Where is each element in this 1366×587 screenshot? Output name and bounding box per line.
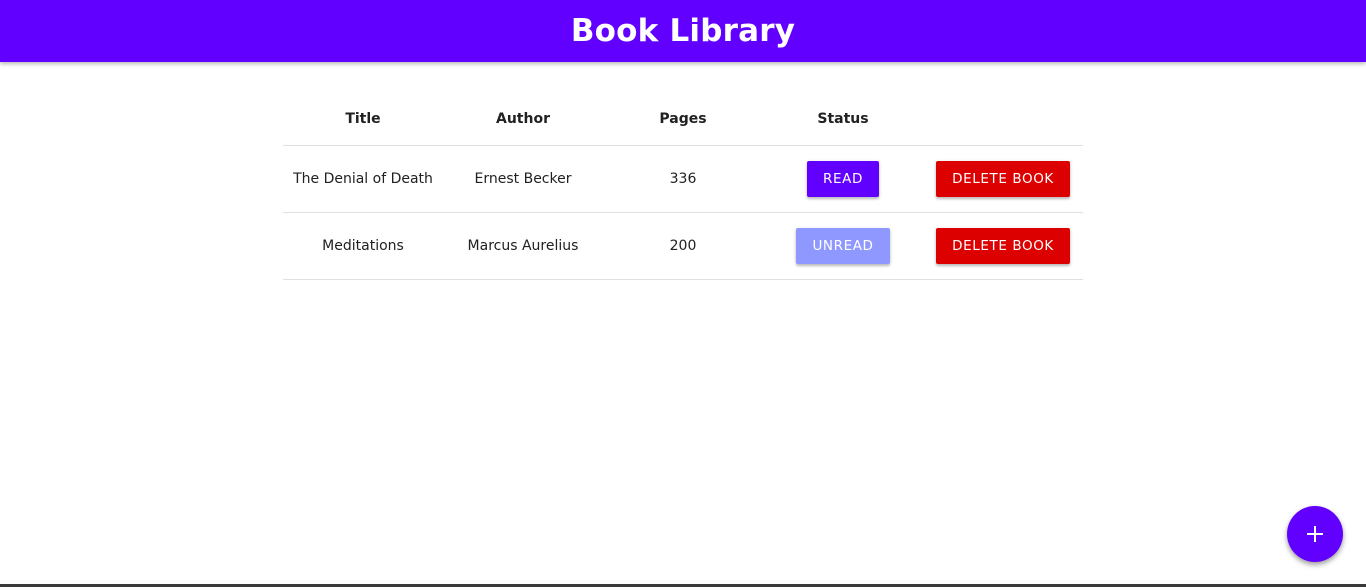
column-header-actions [923,92,1083,146]
app-bar: Book Library [0,0,1366,62]
column-header-status: Status [763,92,923,146]
plus-icon [1307,526,1323,542]
page-title: Book Library [570,13,796,49]
book-table: Title Author Pages Status The Denial of … [283,92,1083,280]
table-header-row: Title Author Pages Status [283,92,1083,146]
table-row: The Denial of Death Ernest Becker 336 RE… [283,145,1083,213]
unread-status-button[interactable]: UNREAD [796,228,890,264]
status-cell: READ [763,145,923,213]
add-book-button[interactable] [1287,506,1343,562]
actions-cell: DELETE BOOK [923,145,1083,213]
table-row: Meditations Marcus Aurelius 200 UNREAD D… [283,212,1083,280]
column-header-pages: Pages [603,92,763,146]
table-header: Title Author Pages Status [283,92,1083,146]
book-title-cell: The Denial of Death [283,145,443,213]
actions-cell: DELETE BOOK [923,212,1083,280]
column-header-author: Author [443,92,603,146]
status-cell: UNREAD [763,212,923,280]
book-author-cell: Ernest Becker [443,145,603,213]
book-pages-cell: 200 [603,212,763,280]
delete-book-button[interactable]: DELETE BOOK [936,228,1070,264]
book-title-cell: Meditations [283,212,443,280]
book-pages-cell: 336 [603,145,763,213]
read-status-button[interactable]: READ [807,161,879,197]
book-table-container: Title Author Pages Status The Denial of … [283,92,1083,280]
table-body: The Denial of Death Ernest Becker 336 RE… [283,145,1083,280]
column-header-title: Title [283,92,443,146]
book-author-cell: Marcus Aurelius [443,212,603,280]
delete-book-button[interactable]: DELETE BOOK [936,161,1070,197]
